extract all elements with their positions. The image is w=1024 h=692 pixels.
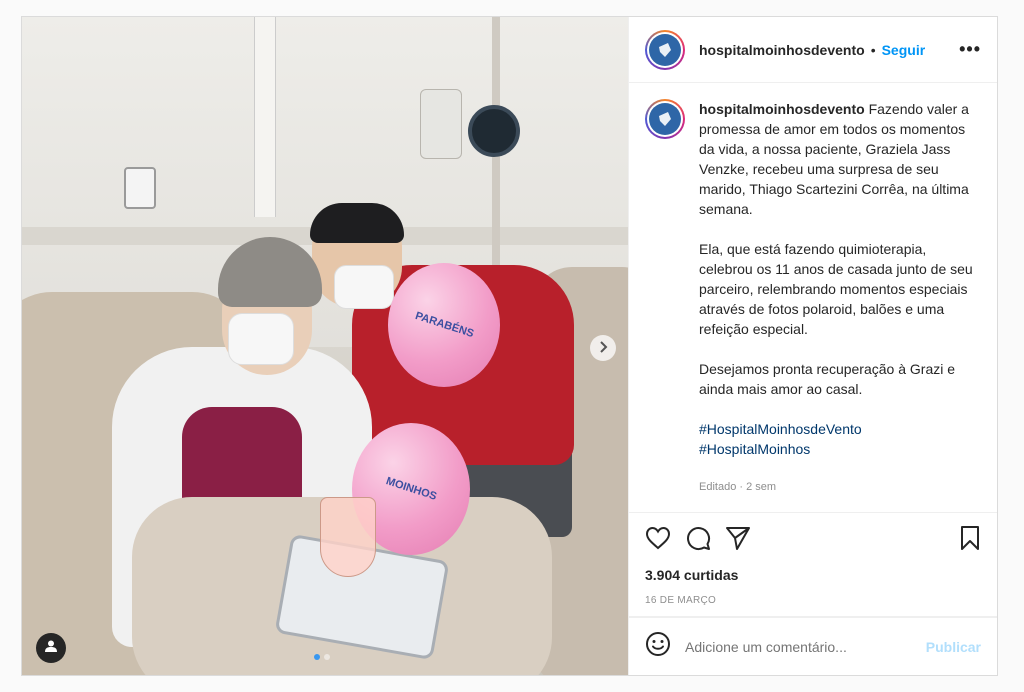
- likes-count[interactable]: 3.904 curtidas: [629, 567, 997, 589]
- photo-pole: [254, 17, 276, 217]
- post-caption: hospitalmoinhosdevento Fazendo valer a p…: [699, 99, 981, 512]
- comment-input[interactable]: [685, 638, 926, 655]
- caption-text: Fazendo valer a promessa de amor em todo…: [699, 101, 969, 217]
- hashtag-link[interactable]: #HospitalMoinhos: [699, 439, 981, 459]
- follow-button[interactable]: Seguir: [882, 42, 926, 58]
- photo-man-mask: [334, 265, 394, 309]
- balloon-text: MOINHOS: [384, 475, 438, 503]
- hashtag-link[interactable]: #HospitalMoinhosdeVento: [699, 419, 981, 439]
- publish-button[interactable]: Publicar: [926, 639, 981, 655]
- more-options-button[interactable]: •••: [959, 39, 981, 60]
- chevron-right-icon: [598, 340, 608, 356]
- hospital-logo-icon: [649, 33, 681, 66]
- photo-man-hair: [310, 203, 404, 243]
- heart-icon[interactable]: [645, 526, 671, 555]
- edited-label: Editado · 2 sem: [699, 481, 777, 493]
- user-tag-icon: [44, 639, 58, 658]
- user-tag-button[interactable]: [36, 633, 66, 663]
- avatar-ring: [647, 31, 683, 68]
- action-bar: [629, 513, 997, 567]
- post-username[interactable]: hospitalmoinhosdevento: [699, 42, 865, 58]
- photo-dessert-glass: [320, 497, 376, 577]
- comment-icon[interactable]: [685, 525, 711, 556]
- post-photo: PARABÉNS MOINHOS: [22, 17, 628, 675]
- caption-area: hospitalmoinhosdevento Fazendo valer a p…: [629, 83, 997, 513]
- caption-paragraph-1: hospitalmoinhosdevento Fazendo valer a p…: [699, 99, 981, 219]
- carousel-indicator: [314, 654, 330, 660]
- photo-iv-bag: [420, 89, 462, 159]
- paper-plane-icon[interactable]: [725, 525, 751, 556]
- instagram-post: PARABÉNS MOINHOS hospitalmoinhosdevento …: [21, 16, 998, 676]
- hashtags: #HospitalMoinhosdeVento #HospitalMoinhos: [699, 419, 981, 459]
- carousel-dot-active: [314, 654, 320, 660]
- bookmark-icon[interactable]: [959, 525, 981, 556]
- comment-form: Publicar: [629, 617, 997, 675]
- caption-avatar[interactable]: [645, 99, 685, 139]
- carousel-next-button[interactable]: [590, 335, 616, 361]
- post-header: hospitalmoinhosdevento • Seguir •••: [629, 17, 997, 83]
- balloon-text: PARABÉNS: [413, 309, 475, 341]
- smiley-icon[interactable]: [645, 631, 671, 662]
- post-date[interactable]: 16 DE MARÇO: [629, 589, 997, 617]
- header-separator: •: [870, 41, 876, 58]
- avatar[interactable]: [645, 29, 685, 70]
- avatar-ring: [647, 101, 683, 137]
- caption-username[interactable]: hospitalmoinhosdevento: [699, 101, 865, 117]
- photo-thermostat: [124, 167, 156, 209]
- hospital-logo-icon: [649, 103, 681, 135]
- caption-paragraph-3: Desejamos pronta recuperação à Grazi e a…: [699, 361, 956, 397]
- photo-woman-mask: [228, 313, 294, 365]
- photo-balloon-parabens: PARABÉNS: [388, 263, 500, 387]
- photo-pressure-gauge: [468, 105, 520, 157]
- caption-paragraph-2: Ela, que está fazendo quimioterapia, cel…: [699, 241, 973, 337]
- carousel-dot: [324, 654, 330, 660]
- post-sidebar: hospitalmoinhosdevento • Seguir ••• hosp…: [628, 17, 997, 675]
